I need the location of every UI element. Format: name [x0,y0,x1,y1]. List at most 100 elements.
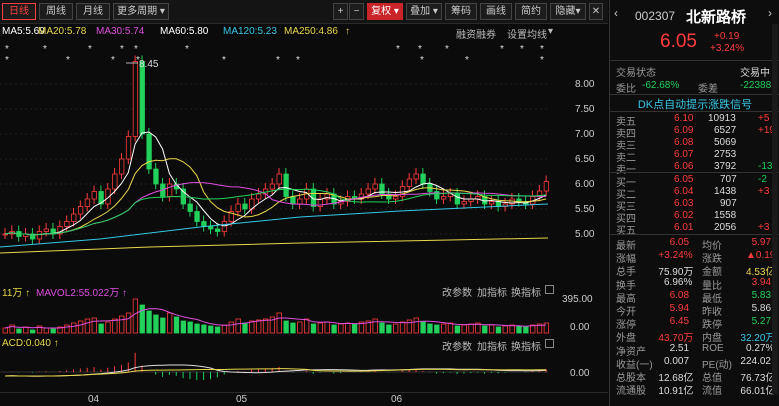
stat-row: 收益(一) 0.007 PE(动) 224.02 [610,355,779,371]
macd-close-checkbox[interactable] [545,339,554,348]
stat-row: 涨停 6.45 跌停 5.27 [610,315,779,331]
close-icon[interactable]: ✕ [589,3,603,20]
volume-bar [29,329,36,334]
buy-price: 6.02 [674,210,694,221]
candle-body [91,191,97,200]
news-star-icon[interactable]: * [88,44,92,55]
ma-line [4,158,547,236]
price-axis-tick: 6.00 [575,179,595,190]
volume-bar [180,320,187,334]
candle-body [461,201,467,205]
volume-bar [351,323,358,334]
volume-bar [194,323,200,334]
volume-bar [139,304,145,334]
news-star-icon[interactable]: * [418,44,422,55]
candle-body [125,136,132,160]
buy-price: 6.05 [674,174,694,185]
volume-bar [249,320,255,334]
news-star-icon[interactable]: * [500,44,504,55]
weibi-value: -62.68% [642,80,680,91]
volume-bar [146,310,152,334]
stat-row: 最高 6.08 最低 5.83 [610,289,779,305]
nav-right-icon[interactable]: › [768,6,772,20]
volume-bar [84,318,91,334]
news-star-icon[interactable]: * [296,55,300,66]
chip-button[interactable]: 筹码 [445,3,477,20]
trade-status-row: 交易状态 交易中 [610,63,779,79]
news-star-icon[interactable]: * [420,55,424,66]
news-star-icon[interactable]: * [520,44,524,55]
volume-bar [345,322,351,334]
stat-row: 外盘 43.70万 内盘 32.20万 [610,328,779,344]
news-star-icon[interactable]: * [540,44,544,55]
stat-value: ▲0.19 [746,250,776,262]
fuquan-dropdown[interactable]: 复权 ▾ [367,3,403,20]
volume-bar [166,312,173,334]
more-period-dropdown[interactable]: 更多周期 ▾ [113,3,169,20]
news-star-icon[interactable]: * [120,44,124,55]
buy-row[interactable]: 买五 6.01 2056 +3 [610,221,779,237]
volume-bar [283,320,289,334]
vol-close-checkbox[interactable] [545,285,554,294]
news-star-icon[interactable]: * [276,55,280,66]
candle-body [153,168,159,185]
news-star-icon[interactable]: * [5,55,9,66]
volume-bar [50,328,56,334]
macd-axis-zero: 0.00 [570,368,590,379]
x-tick-may: 05 [236,394,248,405]
chevron-down-icon: ▾ [430,6,438,17]
volume-bar [468,323,474,334]
buy-volume: 1558 [714,210,737,221]
simple-mode-button[interactable]: 简约 [515,3,547,20]
news-star-icon[interactable]: * [222,55,226,66]
sell-volume: 6527 [714,125,737,136]
more-period-label: 更多周期 [117,6,158,17]
volume-bar [297,321,303,334]
overlay-dropdown[interactable]: 叠加 ▾ [406,3,442,20]
news-star-icon[interactable]: * [111,55,115,66]
month-tab[interactable]: 月线 [76,3,110,20]
volume-bar [228,321,234,334]
sell-delta: -13 [758,161,773,172]
candlestick-chart[interactable]: 8.007.507.006.506.005.505.004.50 *******… [0,39,608,254]
dk-signal-link[interactable]: DK点自动提示涨跌信号 [610,96,779,112]
zoom-out-button[interactable]: − [349,3,364,20]
news-star-icon[interactable]: * [540,55,544,66]
buy-volume: 2056 [714,222,737,233]
volume-chart [2,298,550,334]
candle-body [269,183,276,190]
news-star-icon[interactable]: * [185,44,189,55]
candle-body [543,181,550,192]
volume-bar [64,324,70,334]
volume-bar [413,317,419,334]
draw-line-button[interactable]: 画线 [480,3,512,20]
vertical-scrollbar[interactable] [772,24,778,394]
stat-value: 5.86 [751,303,772,314]
stat-row: 流通股 10.91亿 流值 66.01亿 [610,381,779,397]
volume-bar [324,321,330,334]
ma-legend: MA5:5.69 MA20:5.78 MA30:5.74 MA60:5.80 M… [0,25,608,41]
news-star-icon[interactable]: * [134,44,138,55]
stat-row: 总手 75.90万 金额 4.53亿 [610,262,779,278]
hide-dropdown[interactable]: 隐藏▾ [550,3,586,20]
day-tab[interactable]: 日线 [2,3,36,20]
volume-bar [132,298,139,334]
price-axis-tick: 8.00 [575,79,595,90]
news-star-icon[interactable]: * [43,44,47,55]
volume-bar [256,319,262,334]
news-star-icon[interactable]: * [396,44,400,55]
volume-bar [447,322,454,334]
sell-price: 6.10 [674,113,694,124]
news-star-icon[interactable]: * [5,44,9,55]
ma20-value: MA20:5.78 [38,26,87,37]
news-star-icon[interactable]: * [445,44,449,55]
zoom-in-button[interactable]: + [333,3,348,20]
chevron-down-icon[interactable]: ▾ [548,26,553,37]
news-star-icon[interactable]: * [66,55,70,66]
buy-price: 6.01 [674,222,694,233]
volume-bar [331,324,337,334]
nav-left-icon[interactable]: ‹ [614,6,618,20]
volume-bar [214,326,221,334]
news-star-icon[interactable]: * [465,55,469,66]
week-tab[interactable]: 周线 [39,3,73,20]
